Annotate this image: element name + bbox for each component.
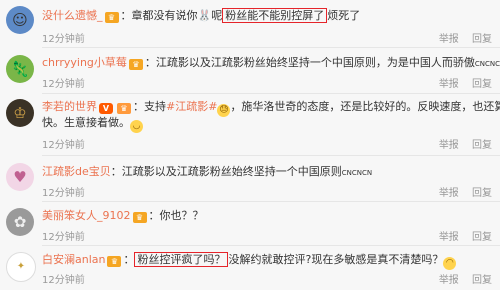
vip-badge-icon: ♛ <box>104 12 119 23</box>
bunny-face-icon: 🐰 <box>197 9 212 22</box>
comment-text: 呢 <box>211 9 223 22</box>
comment-item: 🦎 chrryying小草莓 ♛ ：江疏影以及江疏影粉丝始终坚持一个中国原则，为是中… <box>0 48 500 94</box>
report-link[interactable]: 举报 <box>439 232 459 243</box>
comment-item: ♔ 李若的世界 V ♛ ：支持#江疏影# 😓 ，施华洛世奇的态度，还是比较好的。反映速度，… <box>0 94 500 156</box>
username-link[interactable]: chrryying小草莓 <box>42 56 127 69</box>
report-link[interactable]: 举报 <box>439 188 459 199</box>
comment-text: ：你也？？ <box>148 209 204 222</box>
comment-item: ☺ 没什么遗憾_ ♛ ：章都没有说你🐰呢 粉丝能不能别控屏了 烦死了 12分钟前 举报 … <box>0 0 500 48</box>
smile-emoji-icon: ◡ <box>130 120 143 133</box>
comment-text: 烦死了 <box>327 9 361 22</box>
photo-avatar-icon: ✿ <box>13 212 27 231</box>
comment-text: ： <box>123 253 135 266</box>
vip-badge-icon: ♛ <box>132 212 147 223</box>
doll-avatar-icon: ♥ <box>13 167 27 186</box>
avatar[interactable]: 🦎 <box>6 55 34 83</box>
vip-badge-icon: ♛ <box>128 59 143 70</box>
comment-time: 12分钟前 <box>42 232 85 243</box>
vip-badge-icon: ♛ <box>107 256 122 267</box>
reply-link[interactable]: 回复 <box>472 275 492 286</box>
comment-text: ：江疏影以及江疏影粉丝始终坚持一个中国原则，为是中国人而骄傲 <box>144 56 475 69</box>
reply-link[interactable]: 回复 <box>472 232 492 243</box>
username-link[interactable]: 李若的世界 <box>42 100 97 113</box>
username-link[interactable]: 白安澜anlan <box>42 253 105 266</box>
vip-badge-icon: ♛ <box>117 103 131 114</box>
username-link[interactable]: 江疏影de宝贝 <box>42 165 111 178</box>
highlighted-text: 粉丝控评疯了吗？ <box>134 252 229 267</box>
comment-text: ，施华洛世奇的态度，还是比较好的。反映速度，也还算 <box>230 100 500 113</box>
reply-link[interactable]: 回复 <box>472 140 492 151</box>
comment-time: 12分钟前 <box>42 79 85 90</box>
comment-time: 12分钟前 <box>42 34 85 45</box>
comment-item: ✦ 白安澜anlan ♛：粉丝控评疯了吗？ 没解约就敢控评?现在多敏感是真不清楚吗？… <box>0 246 500 290</box>
chameleon-avatar-icon: 🦎 <box>10 59 30 78</box>
sweat-emoji-icon: 😓 <box>217 104 231 117</box>
comment-suffix: CNCNCN <box>341 169 373 177</box>
comment-text: ：江疏影以及江疏影粉丝始终坚持一个中国原则 <box>110 165 342 178</box>
report-link[interactable]: 举报 <box>439 140 459 151</box>
username-link[interactable]: 美丽笨女人_9102 <box>42 209 131 222</box>
comment-time: 12分钟前 <box>42 275 85 286</box>
comment-text: ：章都没有说你 <box>120 9 198 22</box>
report-link[interactable]: 举报 <box>439 275 459 286</box>
comment-item: ♥ 江疏影de宝贝：江疏影以及江疏影粉丝始终坚持一个中国原则CNCNCN 12分… <box>0 156 500 202</box>
reply-link[interactable]: 回复 <box>472 188 492 199</box>
avatar[interactable]: ✦ <box>6 252 36 282</box>
comment-suffix: CNCNCN <box>474 60 500 68</box>
verified-v-badge-icon: V <box>99 103 113 114</box>
avatar[interactable]: ✿ <box>6 208 34 236</box>
comment-item: ✿ 美丽笨女人_9102 ♛ ：你也？？ 12分钟前 举报 回复 <box>0 202 500 246</box>
avatar[interactable]: ♥ <box>6 163 34 191</box>
username-link[interactable]: 没什么遗憾_ <box>42 9 103 22</box>
report-link[interactable]: 举报 <box>439 79 459 90</box>
avatar[interactable]: ♔ <box>6 99 34 127</box>
portrait-avatar-icon: ♔ <box>13 103 27 122</box>
comment-text: 没解约就敢控评?现在多敏感是真不清楚吗？ <box>228 253 444 266</box>
topic-link[interactable]: #江疏影# <box>166 100 217 113</box>
reply-link[interactable]: 回复 <box>472 34 492 45</box>
highlighted-text: 粉丝能不能别控屏了 <box>222 8 328 23</box>
logo-avatar-icon: ✦ <box>16 261 26 272</box>
comment-time: 12分钟前 <box>42 188 85 199</box>
report-link[interactable]: 举报 <box>439 34 459 45</box>
cartoon-avatar-icon: ☺ <box>12 10 28 29</box>
comment-text: ：支持 <box>133 100 166 113</box>
avatar[interactable]: ☺ <box>6 6 34 34</box>
comment-time: 12分钟前 <box>42 140 85 151</box>
grin-emoji-icon: ◠ <box>443 257 457 270</box>
reply-link[interactable]: 回复 <box>472 79 492 90</box>
comment-text: 快。生意接着做。 <box>42 116 130 129</box>
